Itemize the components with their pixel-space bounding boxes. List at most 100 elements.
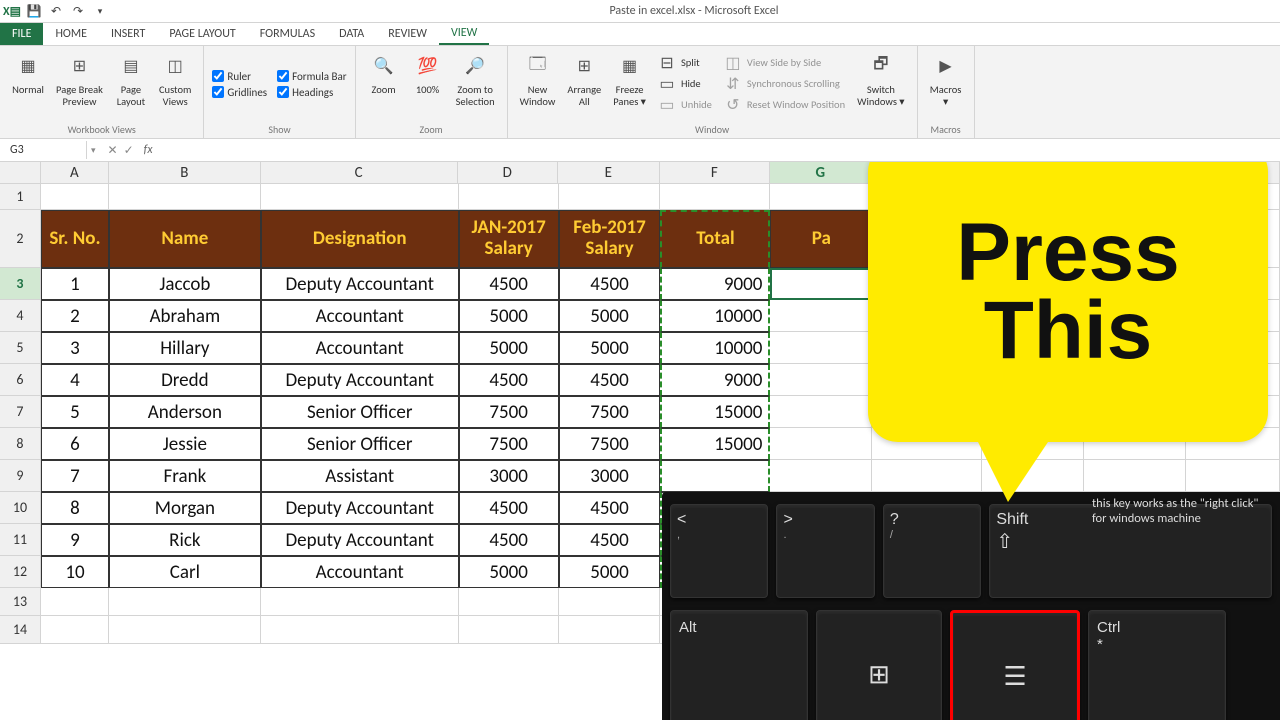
cell-E5[interactable]: 5000 (559, 332, 661, 364)
formula-bar-checkbox[interactable]: Formula Bar (277, 69, 346, 84)
cell-D6[interactable]: 4500 (459, 364, 559, 396)
cell-D10[interactable]: 4500 (459, 492, 559, 524)
cell-B7[interactable]: Anderson (109, 396, 261, 428)
cell-C5[interactable]: Accountant (261, 332, 459, 364)
ruler-checkbox[interactable]: Ruler (212, 69, 267, 84)
cell-D5[interactable]: 5000 (459, 332, 559, 364)
page-layout-button[interactable]: ▤Page Layout (111, 48, 151, 109)
name-box[interactable]: G3 (4, 141, 87, 159)
col-header-B[interactable]: B (109, 162, 261, 184)
cell-A3[interactable]: 1 (41, 268, 109, 300)
cell-C4[interactable]: Accountant (261, 300, 459, 332)
cell-E4[interactable]: 5000 (559, 300, 661, 332)
cell-B9[interactable]: Frank (109, 460, 261, 492)
cell-G9[interactable] (770, 460, 872, 492)
macros-button[interactable]: ▶Macros ▾ (926, 48, 966, 109)
col-header-D[interactable]: D (458, 162, 558, 184)
row-header-3[interactable]: 3 (0, 268, 41, 300)
split-button[interactable]: ⊟Split (654, 53, 716, 73)
cell-D8[interactable]: 7500 (459, 428, 559, 460)
row-header-13[interactable]: 13 (0, 588, 41, 616)
worksheet-grid[interactable]: A B C D E F G H I J K 1 2 Sr. No. Name D… (0, 162, 1280, 720)
cell-C8[interactable]: Senior Officer (261, 428, 459, 460)
table-header[interactable]: Designation (261, 210, 459, 268)
row-header-9[interactable]: 9 (0, 460, 41, 492)
cell-D12[interactable]: 5000 (459, 556, 559, 588)
cell-F7[interactable]: 15000 (660, 396, 770, 428)
cell-G5[interactable] (770, 332, 872, 364)
cell-B6[interactable]: Dredd (109, 364, 261, 396)
col-header-G[interactable]: G (770, 162, 872, 184)
table-header[interactable]: Feb-2017 Salary (559, 210, 661, 268)
view-side-by-side-button[interactable]: ◫View Side by Side (720, 53, 849, 73)
cell-D7[interactable]: 7500 (459, 396, 559, 428)
switch-windows-button[interactable]: 🗗Switch Windows ▾ (853, 48, 908, 109)
col-header-C[interactable]: C (261, 162, 458, 184)
cell-D9[interactable]: 3000 (459, 460, 559, 492)
cell-D3[interactable]: 4500 (459, 268, 559, 300)
accept-formula-icon[interactable]: ✓ (124, 143, 134, 158)
row-header-8[interactable]: 8 (0, 428, 41, 460)
cell-G4[interactable] (770, 300, 872, 332)
cell-C12[interactable]: Accountant (261, 556, 459, 588)
cancel-formula-icon[interactable]: ✕ (108, 143, 118, 158)
cell-E12[interactable]: 5000 (559, 556, 661, 588)
cell-C7[interactable]: Senior Officer (261, 396, 459, 428)
cell-C10[interactable]: Deputy Accountant (261, 492, 459, 524)
cell-C3[interactable]: Deputy Accountant (261, 268, 459, 300)
table-header[interactable]: Total (660, 210, 770, 268)
cell-E7[interactable]: 7500 (559, 396, 661, 428)
cell-A11[interactable]: 9 (41, 524, 109, 556)
cell-B5[interactable]: Hillary (109, 332, 261, 364)
cell-B3[interactable]: Jaccob (109, 268, 261, 300)
hide-button[interactable]: ▭Hide (654, 74, 716, 94)
cell-A9[interactable]: 7 (41, 460, 109, 492)
cell-E6[interactable]: 4500 (559, 364, 661, 396)
tab-view[interactable]: VIEW (439, 23, 489, 45)
page-break-preview-button[interactable]: ⊞Page Break Preview (52, 48, 107, 109)
cell-A8[interactable]: 6 (41, 428, 109, 460)
col-header-E[interactable]: E (558, 162, 660, 184)
gridlines-checkbox[interactable]: Gridlines (212, 85, 267, 100)
cell-C6[interactable]: Deputy Accountant (261, 364, 459, 396)
redo-icon[interactable]: ↷ (70, 3, 86, 19)
row-header-4[interactable]: 4 (0, 300, 41, 332)
qat-dropdown-icon[interactable]: ▾ (92, 3, 108, 19)
col-header-A[interactable]: A (41, 162, 109, 184)
cell-E10[interactable]: 4500 (559, 492, 661, 524)
cell-A12[interactable]: 10 (41, 556, 109, 588)
cell-A10[interactable]: 8 (41, 492, 109, 524)
cell-G8[interactable] (770, 428, 872, 460)
cell-C9[interactable]: Assistant (261, 460, 459, 492)
normal-view-button[interactable]: ▦Normal (8, 48, 48, 98)
cell-G7[interactable] (770, 396, 872, 428)
new-window-button[interactable]: 🗔New Window (516, 48, 560, 109)
tab-home[interactable]: HOME (43, 23, 99, 45)
cell-F4[interactable]: 10000 (660, 300, 770, 332)
custom-views-button[interactable]: ◫Custom Views (155, 48, 195, 109)
formula-input[interactable] (165, 139, 1280, 161)
cell-B8[interactable]: Jessie (109, 428, 261, 460)
cell-A5[interactable]: 3 (41, 332, 109, 364)
table-header[interactable]: Pa (770, 210, 872, 268)
tab-file[interactable]: FILE (0, 23, 43, 45)
zoom-selection-button[interactable]: 🔎Zoom to Selection (452, 48, 499, 109)
cell-B12[interactable]: Carl (109, 556, 261, 588)
table-header[interactable]: JAN-2017 Salary (459, 210, 559, 268)
row-header-5[interactable]: 5 (0, 332, 41, 364)
cell-D11[interactable]: 4500 (459, 524, 559, 556)
cell-D4[interactable]: 5000 (459, 300, 559, 332)
cell-E8[interactable]: 7500 (559, 428, 661, 460)
save-icon[interactable]: 💾 (26, 3, 42, 19)
cell-E9[interactable]: 3000 (559, 460, 661, 492)
cell-A7[interactable]: 5 (41, 396, 109, 428)
tab-formulas[interactable]: FORMULAS (248, 23, 327, 45)
unhide-button[interactable]: ▭Unhide (654, 95, 716, 115)
tab-insert[interactable]: INSERT (99, 23, 157, 45)
cell-F9[interactable] (660, 460, 770, 492)
row-header-14[interactable]: 14 (0, 616, 41, 644)
freeze-panes-button[interactable]: ▦Freeze Panes ▾ (609, 48, 650, 109)
undo-icon[interactable]: ↶ (48, 3, 64, 19)
tab-review[interactable]: REVIEW (376, 23, 439, 45)
zoom-button[interactable]: 🔍Zoom (364, 48, 404, 98)
